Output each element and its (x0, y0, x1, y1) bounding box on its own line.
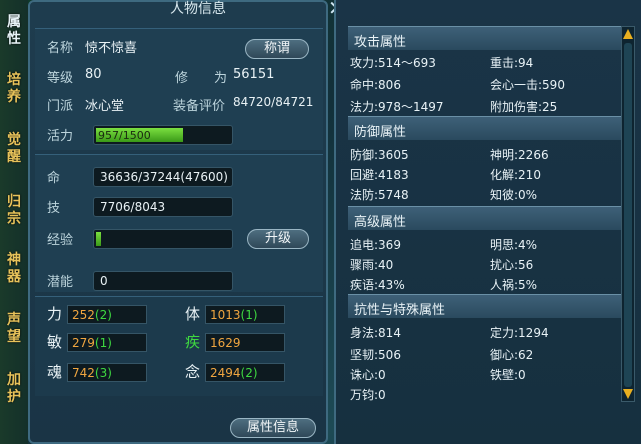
tab-blessing[interactable]: 加护 (2, 372, 26, 406)
stat-label: 力 (47, 305, 63, 323)
scroll-thumb[interactable] (624, 43, 632, 387)
attack-attr: 重击:94 (490, 56, 534, 70)
attack-attr: 攻力:514～693 (350, 56, 436, 70)
defense-attr: 回避:4183 (350, 168, 409, 182)
cultivation-value: 56151 (233, 67, 275, 82)
attack-attr: 命中:806 (350, 78, 401, 92)
title-button[interactable]: 称谓 (245, 39, 309, 59)
school-value: 冰心堂 (85, 99, 125, 114)
resist-attr: 身法:814 (350, 326, 401, 340)
cultivation-label: 修 为 (175, 71, 228, 86)
resist-attr: 铁壁:0 (490, 368, 526, 382)
rating-label: 装备评价 (173, 99, 226, 114)
tab-reputation[interactable]: 声望 (2, 312, 26, 346)
side-tab-bar: 属性 培养 觉醒 归宗 神器 声望 加护 (0, 0, 28, 444)
advanced-attr: 疾语:43% (350, 278, 405, 292)
tab-awaken[interactable]: 觉醒 (2, 132, 26, 166)
upgrade-button[interactable]: 升级 (247, 229, 309, 249)
panel-title: 人物信息 (170, 1, 226, 17)
name-label: 名称 (47, 41, 74, 56)
tab-artifact[interactable]: 神器 (2, 252, 26, 286)
tab-return[interactable]: 归宗 (2, 194, 26, 228)
advanced-header: 高级属性 (348, 206, 632, 230)
resist-attr: 御心:62 (490, 348, 534, 362)
defense-attr: 法防:5748 (350, 188, 409, 202)
vitality-label: 活力 (47, 129, 74, 144)
vitals-section: 命 36636/37244(47600) 技 7706/8043 经验 升级 潜… (35, 154, 323, 292)
attribute-detail-panel: 攻击属性 攻力:514～693 重击:94 命中:806 会心一击:590 法力… (334, 0, 641, 444)
defense-attr: 神明:2266 (490, 148, 549, 162)
rating-value: 84720/84721 (233, 95, 314, 109)
stat-value-agility: 279(1) (67, 333, 147, 352)
life-label: 命 (47, 171, 61, 186)
attribute-info-button[interactable]: 属性信息 (230, 418, 316, 438)
stat-label: 疾 (185, 333, 201, 351)
resist-attr: 诛心:0 (350, 368, 386, 382)
vitality-bar: 957/1500 (93, 125, 233, 145)
tab-training[interactable]: 培养 (2, 72, 26, 106)
scrollbar[interactable] (621, 26, 635, 402)
defense-attr: 化解:210 (490, 168, 541, 182)
potential-label: 潜能 (47, 275, 74, 290)
exp-bar-fill (96, 232, 101, 246)
attack-attr: 会心一击:590 (490, 78, 565, 92)
scroll-up-icon[interactable] (623, 29, 633, 39)
basic-info-section: 名称 惊不惊喜 称谓 等级 80 修 为 56151 门派 冰心堂 装备评价 8… (35, 28, 323, 150)
life-value: 36636/37244(47600) (93, 167, 233, 187)
defense-header: 防御属性 (348, 116, 632, 140)
level-label: 等级 (47, 71, 74, 86)
level-value: 80 (85, 67, 102, 82)
attack-attr: 法力:978～1497 (350, 100, 444, 114)
resist-attr: 定力:1294 (490, 326, 549, 340)
resist-attr: 万钧:0 (350, 388, 386, 402)
advanced-attr: 骤雨:40 (350, 258, 394, 272)
advanced-attr: 追电:369 (350, 238, 401, 252)
stats-section: 力 252(2) 体 1013(1) 敏 279(1) 疾 1629 魂 742… (35, 296, 323, 396)
skill-value: 7706/8043 (93, 197, 233, 217)
stat-value-constitution: 1013(1) (205, 305, 285, 324)
scroll-down-icon[interactable] (623, 389, 633, 399)
character-name: 惊不惊喜 (85, 41, 138, 56)
advanced-attr: 扰心:56 (490, 258, 534, 272)
defense-attr: 防御:3605 (350, 148, 409, 162)
character-info-panel: 人物信息 ✕ 名称 惊不惊喜 称谓 等级 80 修 为 56151 门派 冰心堂… (28, 0, 345, 444)
skill-label: 技 (47, 201, 61, 216)
attack-attr: 附加伤害:25 (490, 100, 558, 114)
stat-value-strength: 252(2) (67, 305, 147, 324)
potential-value: 0 (93, 271, 233, 291)
attack-header: 攻击属性 (348, 26, 632, 50)
resist-header: 抗性与特殊属性 (348, 294, 632, 318)
stat-value-mind: 2494(2) (205, 363, 285, 382)
stat-label: 魂 (47, 363, 63, 381)
vitality-value: 957/1500 (98, 129, 151, 142)
advanced-attr: 人祸:5% (490, 278, 538, 292)
stat-value-speed: 1629 (205, 333, 285, 352)
exp-bar (93, 229, 233, 249)
resist-attr: 坚韧:506 (350, 348, 401, 362)
tab-attributes[interactable]: 属性 (2, 14, 26, 48)
school-label: 门派 (47, 99, 74, 114)
defense-attr: 知彼:0% (490, 188, 538, 202)
stat-label: 体 (185, 305, 201, 323)
stat-label: 念 (185, 363, 201, 381)
stat-label: 敏 (47, 333, 63, 351)
advanced-attr: 明思:4% (490, 238, 538, 252)
exp-label: 经验 (47, 233, 74, 248)
stat-value-soul: 742(3) (67, 363, 147, 382)
